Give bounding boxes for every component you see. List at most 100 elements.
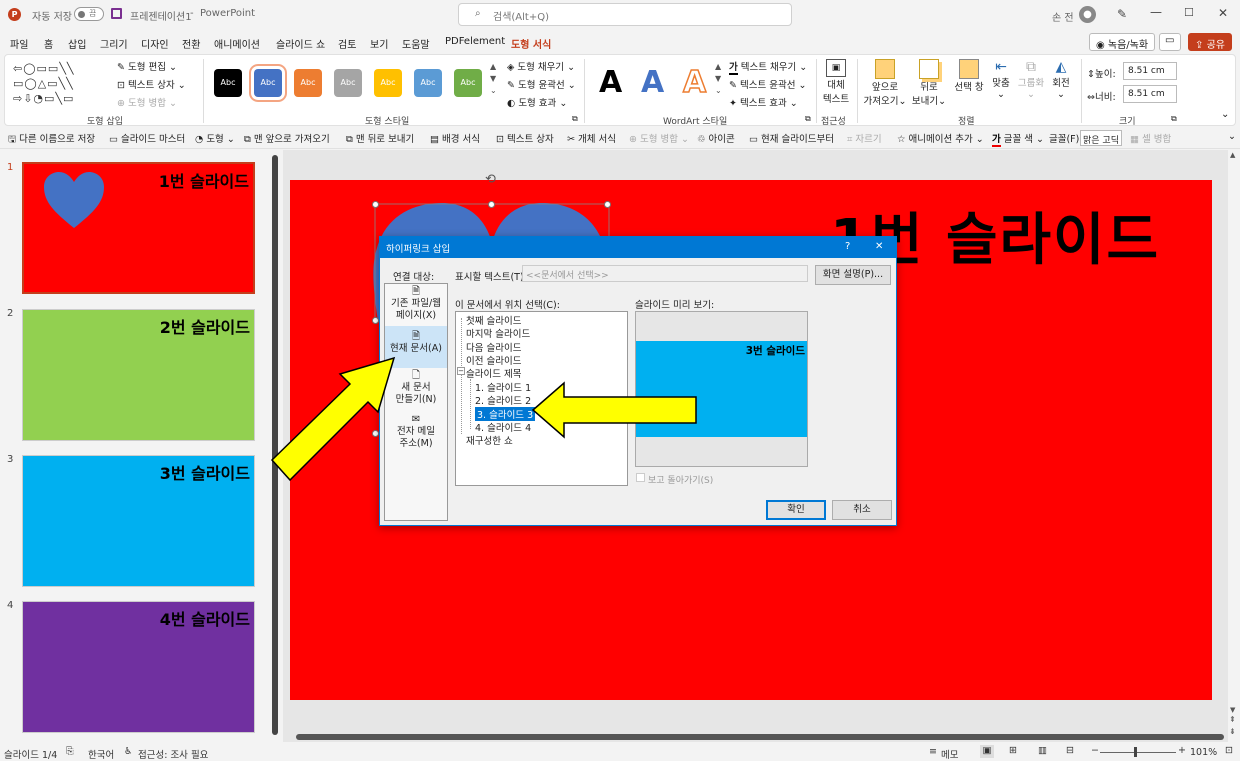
tab-file[interactable]: 파일 — [10, 36, 28, 51]
record-button[interactable]: ◉ 녹음/녹화 — [1089, 33, 1156, 51]
group-button[interactable]: ⧉ 그룹화 ⌄ — [1017, 59, 1045, 100]
notes-button[interactable]: 메모 — [941, 747, 958, 761]
tab-home[interactable]: 홈 — [44, 36, 53, 51]
tree-item-selected[interactable]: 3. 슬라이드 3 — [475, 407, 536, 421]
scroll-down-icon[interactable]: ▼ — [1230, 706, 1235, 714]
slide-thumbnail-1[interactable]: 1번 슬라이드 — [22, 162, 255, 294]
selection-handle[interactable] — [372, 317, 379, 324]
share-button[interactable]: ⇪ 공유 — [1188, 33, 1232, 51]
spellcheck-icon[interactable]: ⎘ — [66, 746, 74, 757]
reading-view-icon[interactable]: ▥ — [1038, 745, 1047, 756]
close-icon[interactable]: ✕ — [1218, 6, 1228, 20]
slide-count[interactable]: 슬라이드 1/4 — [4, 747, 57, 761]
tab-review[interactable]: 검토 — [338, 36, 356, 51]
selection-handle[interactable] — [604, 201, 611, 208]
slide-thumbnail-2[interactable]: 2번 슬라이드 — [22, 309, 255, 441]
tab-slideshow[interactable]: 슬라이드 쇼 — [276, 36, 325, 51]
canvas-scrollbar[interactable] — [1231, 152, 1238, 742]
dialog-launcher-icon[interactable]: ⧉ — [1171, 114, 1177, 124]
maximize-icon[interactable]: ☐ — [1184, 6, 1194, 19]
format-background-button[interactable]: ▤ 배경 서식 — [430, 131, 480, 145]
tree-item[interactable]: 다음 슬라이드 — [466, 340, 521, 354]
tab-draw[interactable]: 그리기 — [100, 36, 128, 51]
search-input[interactable]: ⌕ 검색(Alt+Q) — [458, 3, 792, 26]
zoom-level[interactable]: 101% — [1190, 747, 1217, 758]
horizontal-scrollbar[interactable] — [296, 734, 1224, 740]
style-swatch[interactable]: Abc — [414, 69, 442, 97]
tree-item[interactable]: 슬라이드 제목 — [466, 366, 521, 380]
selection-pane-button[interactable]: 선택 창 — [951, 59, 987, 93]
normal-view-icon[interactable]: ▣ — [980, 745, 994, 758]
tree-item[interactable]: 이전 슬라이드 — [466, 353, 521, 367]
shape-outline-button[interactable]: ✎ 도형 윤곽선 ⌄ — [507, 77, 576, 91]
style-swatch[interactable]: Abc — [294, 69, 322, 97]
qat-merge-shapes-button[interactable]: ⊕ 도형 병합 ⌄ — [629, 131, 689, 145]
zoom-slider[interactable] — [1100, 752, 1176, 753]
show-return-checkbox[interactable] — [636, 473, 645, 482]
slide-thumbnail-4[interactable]: 4번 슬라이드 — [22, 601, 255, 733]
tab-animations[interactable]: 애니메이션 — [214, 36, 260, 51]
tree-item[interactable]: 1. 슬라이드 1 — [475, 380, 531, 394]
tab-insert[interactable]: 삽입 — [68, 36, 86, 51]
cancel-button[interactable]: 취소 — [832, 500, 892, 520]
alt-text-button[interactable]: ▣ 대체 텍스트 — [821, 59, 851, 105]
font-select[interactable]: 맑은 고딕 — [1080, 130, 1122, 146]
tab-pdfelement[interactable]: PDFelement — [445, 36, 505, 47]
icons-button[interactable]: ♲ 아이콘 — [697, 131, 735, 145]
text-fill-button[interactable]: 가 텍스트 채우기 ⌄ — [729, 59, 807, 75]
text-effects-button[interactable]: ✦ 텍스트 효과 ⌄ — [729, 95, 798, 109]
ribbon-collapse-icon[interactable]: ⌄ — [1221, 109, 1229, 120]
dialog-launcher-icon[interactable]: ⧉ — [805, 114, 811, 124]
zoom-out-icon[interactable]: − — [1091, 745, 1099, 756]
merge-cells-button[interactable]: ▦ 셀 병합 — [1130, 131, 1171, 145]
tree-item[interactable]: 첫째 슬라이드 — [466, 313, 521, 327]
style-swatch[interactable]: Abc — [249, 64, 287, 102]
shape-gallery[interactable]: ⇦◯▭▭╲╲ ▭◯△▭╲╲ ⇨⇩◔▭╲▭ — [13, 61, 103, 109]
qat-text-box-button[interactable]: ⊡ 텍스트 상자 — [496, 131, 554, 145]
tab-shape-format[interactable]: 도형 서식 — [511, 36, 552, 56]
tree-item[interactable]: 재구성한 쇼 — [466, 433, 513, 447]
add-animation-button[interactable]: ☆ 애니메이션 추가 ⌄ — [897, 131, 984, 145]
save-as-button[interactable]: 🖫 다른 이름으로 저장 — [8, 131, 95, 148]
link-existing-file[interactable]: 🗎 기존 파일/웹 페이지(X) — [385, 286, 447, 328]
slideshow-icon[interactable]: ⊟ — [1066, 745, 1074, 756]
slide-master-button[interactable]: ▭ 슬라이드 마스터 — [109, 131, 185, 145]
screentip-button[interactable]: 화면 설명(P)... — [815, 265, 891, 285]
selection-handle[interactable] — [488, 201, 495, 208]
selection-handle[interactable] — [372, 201, 379, 208]
edit-shape-button[interactable]: ✎ 도형 편집 ⌄ — [117, 59, 177, 73]
next-slide-icon[interactable]: ⇟ — [1229, 727, 1236, 736]
crop-button[interactable]: ⌗ 자르기 — [847, 131, 882, 145]
zoom-in-icon[interactable]: + — [1178, 745, 1186, 756]
text-box-button[interactable]: ⊡ 텍스트 상자 ⌄ — [117, 77, 186, 91]
scroll-up-icon[interactable]: ▲ — [1230, 151, 1235, 159]
collapse-icon[interactable]: − — [457, 367, 465, 375]
fit-to-window-icon[interactable]: ⊡ — [1225, 745, 1233, 756]
save-icon[interactable] — [111, 8, 122, 19]
pen-icon[interactable]: ✎ — [1117, 7, 1127, 21]
zoom-slider-thumb[interactable] — [1134, 747, 1137, 757]
ok-button[interactable]: 확인 — [766, 500, 826, 520]
accessibility-status[interactable]: 접근성: 조사 필요 — [138, 747, 208, 761]
display-text-input[interactable]: <<문서에서 선택>> — [522, 265, 808, 282]
bring-to-front-button[interactable]: ⧉ 맨 앞으로 가져오기 — [244, 131, 330, 145]
tab-transitions[interactable]: 전환 — [182, 36, 200, 51]
send-backward-button[interactable]: 뒤로 보내기⌄ — [909, 59, 949, 107]
from-current-slide-button[interactable]: ▭ 현재 슬라이드부터 — [749, 131, 834, 145]
format-object-button[interactable]: ✂ 개체 서식 — [567, 131, 616, 145]
language[interactable]: 한국어 — [88, 747, 114, 761]
width-input[interactable]: 8.51 cm — [1123, 85, 1177, 103]
dialog-launcher-icon[interactable]: ⧉ — [572, 114, 578, 124]
font-color-button[interactable]: 가 글꼴 색 ⌄ — [992, 131, 1044, 147]
notes-icon[interactable]: ≡ — [929, 746, 937, 757]
height-input[interactable]: 8.51 cm — [1123, 62, 1177, 80]
merge-shapes-button[interactable]: ⊕ 도형 병합 ⌄ — [117, 95, 177, 109]
style-swatch[interactable]: Abc — [374, 69, 402, 97]
shape-fill-button[interactable]: ◈ 도형 채우기 ⌄ — [507, 59, 575, 73]
prev-slide-icon[interactable]: ⇞ — [1229, 715, 1236, 724]
align-button[interactable]: ⇤ 맞춤 ⌄ — [987, 59, 1015, 100]
wordart-style[interactable]: A — [682, 64, 707, 101]
avatar[interactable]: ● — [1079, 6, 1096, 23]
slide-sorter-icon[interactable]: ⊞ — [1009, 745, 1017, 756]
wordart-scroll-icon[interactable]: ▲ ▼ ⌄ — [715, 61, 722, 97]
